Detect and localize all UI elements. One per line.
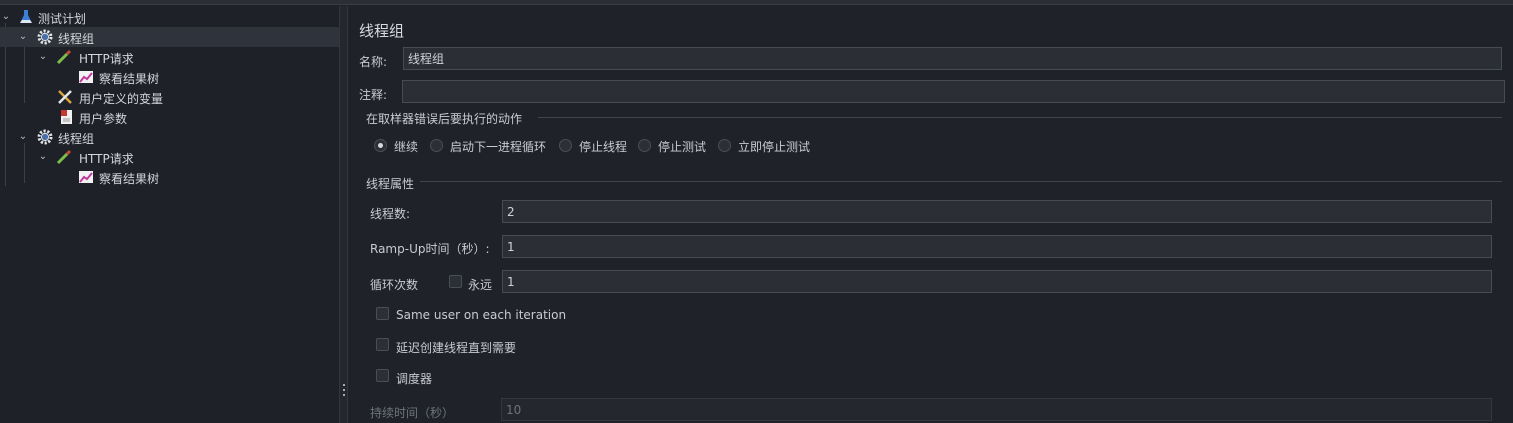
tree-item-thread-group[interactable]: ⌄ 线程组	[0, 127, 339, 147]
delay-thread-creation-label[interactable]: 延迟创建线程直到需要	[396, 339, 516, 356]
section-divider	[420, 181, 1502, 182]
tree-item-label: HTTP请求	[79, 52, 134, 66]
rampup-input[interactable]	[502, 235, 1492, 258]
document-icon	[61, 110, 72, 124]
duration-label: 持续时间（秒）	[370, 406, 455, 420]
tree-item-label: 线程组	[58, 132, 95, 146]
name-label: 名称:	[359, 55, 388, 69]
chart-icon	[79, 171, 93, 183]
tree-item-user-parameters[interactable]: 用户参数	[0, 107, 339, 127]
tree-item-http-request[interactable]: ⌄ HTTP请求	[0, 147, 339, 167]
window-top-strip	[0, 0, 1513, 5]
forever-checkbox[interactable]	[449, 275, 462, 288]
loop-count-label: 循环次数	[370, 278, 419, 292]
page-title: 线程组	[359, 22, 405, 40]
chevron-down-icon[interactable]: ⌄	[18, 32, 28, 42]
flask-icon	[20, 10, 32, 23]
chevron-down-icon[interactable]: ⌄	[38, 152, 48, 162]
on-error-section-label: 在取样器错误后要执行的动作	[366, 112, 523, 126]
tree-item-thread-group[interactable]: ⌄ 线程组	[0, 27, 339, 47]
radio-stop-test-label[interactable]: 停止测试	[658, 138, 706, 155]
radio-stop-test-now-label[interactable]: 立即停止测试	[738, 138, 810, 155]
tree-item-label: 察看结果树	[99, 72, 160, 86]
tree-item-label: 用户定义的变量	[79, 92, 164, 106]
radio-continue-label[interactable]: 继续	[394, 138, 418, 155]
pipette-icon	[56, 149, 72, 165]
radio-stop-test-now[interactable]	[718, 139, 731, 152]
thread-props-section-label: 线程属性	[366, 177, 415, 191]
scheduler-checkbox[interactable]	[376, 369, 389, 382]
divider-grip-dot[interactable]	[343, 394, 345, 396]
forever-label[interactable]: 永远	[468, 276, 492, 293]
split-pane-divider[interactable]	[339, 6, 348, 423]
threads-input[interactable]	[502, 200, 1492, 223]
chevron-down-icon[interactable]: ⌄	[38, 52, 48, 62]
tree-item-user-variables[interactable]: 用户定义的变量	[0, 87, 339, 107]
thread-group-panel: 线程组 名称: 注释: 在取样器错误后要执行的动作 继续 启动下一进程循环 停止…	[348, 6, 1513, 423]
comment-label: 注释:	[359, 88, 388, 102]
threads-label: 线程数:	[370, 207, 411, 221]
radio-stop-thread[interactable]	[559, 139, 572, 152]
comment-input[interactable]	[402, 80, 1505, 103]
test-plan-tree[interactable]: ⌄ 测试计划 ⌄ 线程组 ⌄ HTTP请求 察看结果树 用户定义的变量 用户参数…	[0, 6, 339, 423]
radio-start-next-loop-label[interactable]: 启动下一进程循环	[450, 138, 546, 155]
radio-start-next-loop[interactable]	[430, 139, 443, 152]
tree-item-label: 察看结果树	[99, 172, 160, 186]
delay-thread-creation-checkbox[interactable]	[376, 338, 389, 351]
loop-count-input[interactable]	[502, 270, 1492, 293]
gear-icon	[37, 29, 53, 45]
radio-stop-thread-label[interactable]: 停止线程	[579, 138, 627, 155]
tree-item-test-plan[interactable]: ⌄ 测试计划	[0, 7, 339, 27]
name-input[interactable]	[403, 47, 1502, 70]
radio-continue[interactable]	[374, 139, 387, 152]
duration-input[interactable]	[501, 398, 1492, 421]
tree-item-label: HTTP请求	[79, 152, 134, 166]
chart-icon	[79, 71, 93, 83]
divider-grip-dot[interactable]	[343, 384, 345, 386]
gear-icon	[37, 129, 53, 145]
tree-item-http-request[interactable]: ⌄ HTTP请求	[0, 47, 339, 67]
scheduler-label[interactable]: 调度器	[396, 370, 432, 387]
tree-item-view-results[interactable]: 察看结果树	[0, 67, 339, 87]
same-user-checkbox[interactable]	[376, 307, 389, 320]
chevron-down-icon[interactable]: ⌄	[18, 132, 28, 142]
tree-item-label: 用户参数	[79, 112, 128, 126]
tree-item-view-results[interactable]: 察看结果树	[0, 167, 339, 187]
rampup-label: Ramp-Up时间（秒）:	[370, 242, 490, 256]
tree-item-label: 线程组	[58, 32, 95, 46]
section-divider	[538, 117, 1502, 118]
chevron-down-icon[interactable]: ⌄	[1, 12, 11, 22]
radio-stop-test[interactable]	[638, 139, 651, 152]
pipette-icon	[56, 49, 72, 65]
divider-grip-dot[interactable]	[343, 389, 345, 391]
tools-icon	[58, 90, 72, 104]
same-user-label[interactable]: Same user on each iteration	[396, 308, 566, 322]
tree-item-label: 测试计划	[38, 12, 87, 26]
